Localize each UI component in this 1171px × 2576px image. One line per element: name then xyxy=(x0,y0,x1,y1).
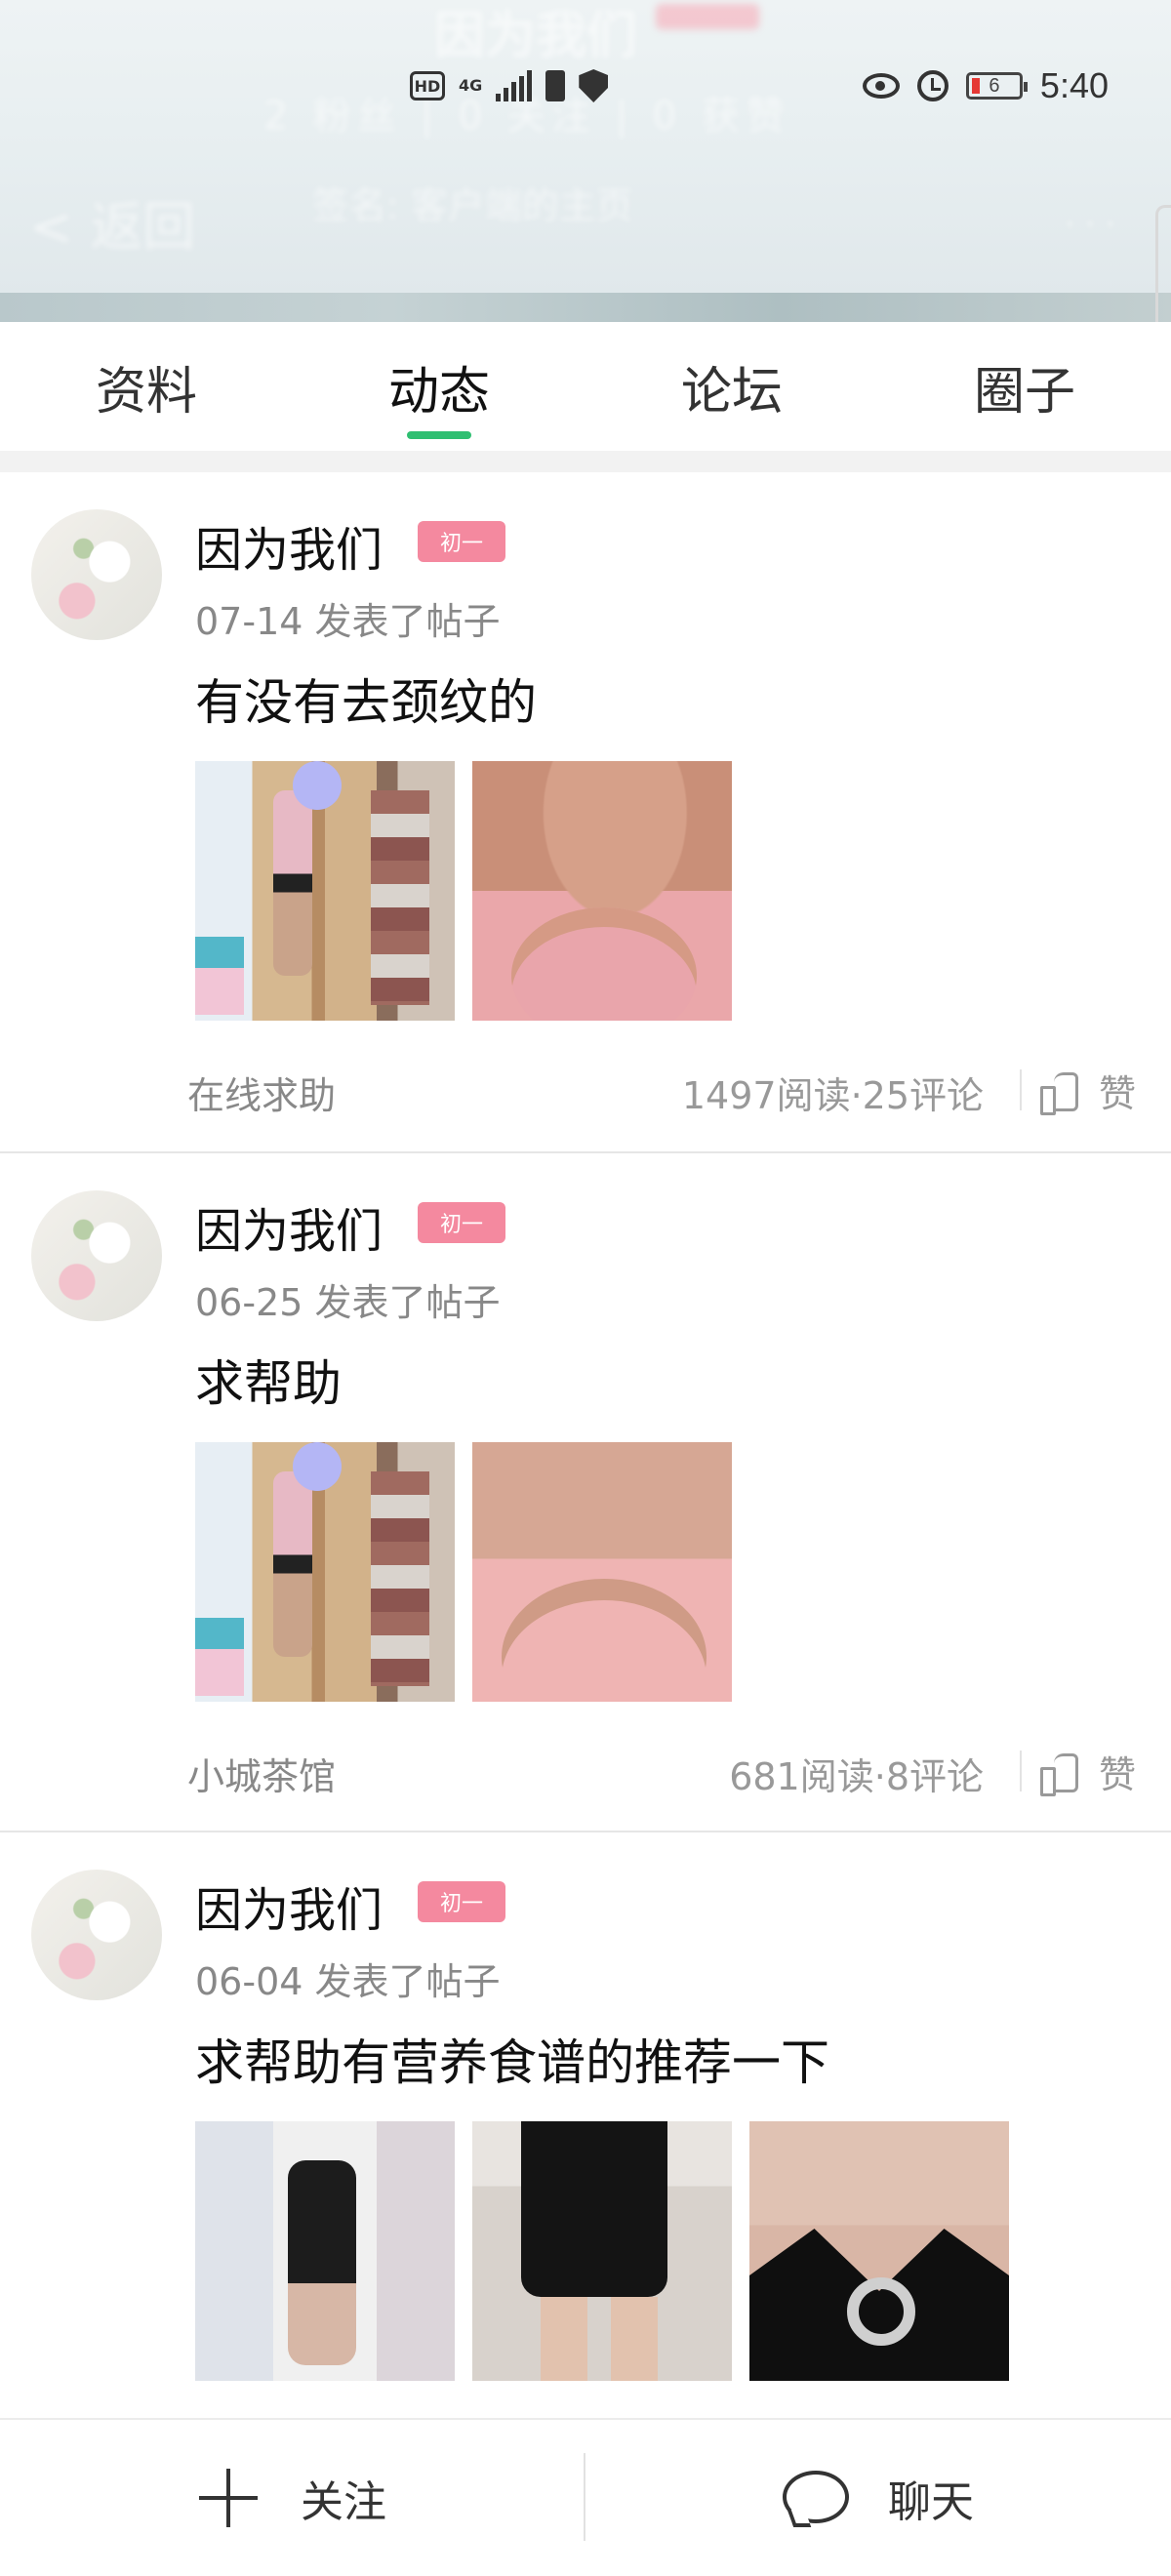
like-button[interactable]: 赞 xyxy=(1040,1745,1136,1798)
follow-button[interactable]: 关注 xyxy=(0,2420,586,2576)
tab-label: 动态 xyxy=(387,362,490,422)
post-images xyxy=(195,1442,732,1702)
like-label: 赞 xyxy=(1099,1072,1137,1115)
profile-intro-ghost: 签名: 客户端的主页 xyxy=(312,184,633,227)
more-button[interactable]: ... xyxy=(1064,191,1124,236)
header-band xyxy=(0,293,1171,322)
tab-forum[interactable]: 论坛 xyxy=(586,322,878,451)
post-images xyxy=(195,761,732,1021)
level-badge: 初一 xyxy=(418,521,505,562)
legs-photo[interactable] xyxy=(472,2121,732,2381)
level-badge: 初一 xyxy=(418,1881,505,1922)
post-footer: 小城茶馆 681阅读·8评论 赞 xyxy=(0,1737,1171,1815)
avatar[interactable] xyxy=(31,1190,162,1321)
post-action: 发表了帖子 xyxy=(314,600,501,643)
avatar[interactable] xyxy=(31,509,162,640)
thumbs-up-icon xyxy=(1040,1071,1078,1115)
back-button[interactable]: < 返回 xyxy=(29,183,195,261)
post-author[interactable]: 因为我们 xyxy=(195,1872,383,1940)
neck-photo[interactable] xyxy=(472,761,732,1021)
avatar[interactable] xyxy=(31,1870,162,2000)
level-badge: 初一 xyxy=(418,1202,505,1243)
post-title[interactable]: 求帮助 xyxy=(195,1345,342,1415)
post-footer: 在线求助 1497阅读·25评论 赞 xyxy=(0,1056,1171,1134)
tab-profile[interactable]: 资料 xyxy=(0,322,293,451)
profile-header-background: 因为我们 2 粉丝 | 0 关注 | 0 获赞 < 返回 签名: 客户端的主页 … xyxy=(0,0,1171,322)
post-author[interactable]: 因为我们 xyxy=(195,1192,383,1261)
bottom-action-bar: 关注 聊天 xyxy=(0,2418,1171,2576)
tab-active-indicator xyxy=(407,431,471,439)
post-stats: 681阅读·8评论 xyxy=(729,1755,984,1798)
battery-icon: 6 xyxy=(965,72,1028,100)
feed-post[interactable]: 因为我们 初一 07-14 发表了帖子 有没有去颈纹的 在线求助 1497阅读·… xyxy=(0,472,1171,1151)
profile-tabs: 资料 动态 论坛 圈子 xyxy=(0,322,1171,451)
tab-label: 论坛 xyxy=(680,362,783,422)
feed-post[interactable]: 因为我们 初一 06-25 发表了帖子 求帮助 小城茶馆 681阅读·8评论 赞 xyxy=(0,1153,1171,1832)
like-label: 赞 xyxy=(1099,1753,1137,1796)
mirror-photo[interactable] xyxy=(195,1442,455,1702)
post-title[interactable]: 求帮助有营养食谱的推荐一下 xyxy=(195,2024,829,2094)
section-separator xyxy=(0,451,1171,472)
signal-icon xyxy=(496,70,533,101)
like-button[interactable]: 赞 xyxy=(1040,1064,1136,1117)
feed-post[interactable]: 因为我们 初一 06-04 发表了帖子 求帮助有营养食谱的推荐一下 xyxy=(0,1832,1171,2418)
post-images xyxy=(195,2121,1009,2381)
network-type-icon: 4G xyxy=(459,76,483,95)
status-bar-right: 6 5:40 xyxy=(862,57,1109,115)
sim-icon xyxy=(545,70,566,101)
tab-circles[interactable]: 圈子 xyxy=(878,322,1171,451)
neckline-photo[interactable] xyxy=(749,2121,1009,2381)
follow-label: 关注 xyxy=(301,2477,386,2527)
post-title[interactable]: 有没有去颈纹的 xyxy=(195,664,537,734)
shield-icon xyxy=(579,69,609,102)
chat-button[interactable]: 聊天 xyxy=(586,2420,1171,2576)
chat-bubble-icon xyxy=(783,2471,849,2525)
bottom-bar-divider xyxy=(584,2453,586,2541)
plus-icon xyxy=(199,2469,258,2527)
footer-divider xyxy=(1020,1751,1022,1791)
clock-time: 5:40 xyxy=(1039,65,1109,105)
post-author[interactable]: 因为我们 xyxy=(195,511,383,580)
footer-divider xyxy=(1020,1069,1022,1110)
forum-name[interactable]: 小城茶馆 xyxy=(187,1747,336,1800)
post-date: 06-25 xyxy=(195,1281,303,1324)
post-meta: 06-25 发表了帖子 xyxy=(195,1272,501,1326)
forum-name[interactable]: 在线求助 xyxy=(187,1066,336,1119)
thumbs-up-icon xyxy=(1040,1752,1078,1796)
post-stats: 1497阅读·25评论 xyxy=(681,1074,984,1117)
mirror-photo[interactable] xyxy=(195,761,455,1021)
tab-label: 圈子 xyxy=(973,362,1075,422)
eye-icon xyxy=(862,73,900,99)
profile-badge-ghost xyxy=(656,4,759,29)
tab-label: 资料 xyxy=(95,362,197,422)
post-meta: 06-04 发表了帖子 xyxy=(195,1952,501,2005)
chat-label: 聊天 xyxy=(888,2477,974,2527)
hd-icon: HD xyxy=(410,71,445,101)
status-bar-left: HD 4G xyxy=(410,57,609,115)
neck-photo[interactable] xyxy=(472,1442,732,1702)
tab-activity[interactable]: 动态 xyxy=(293,322,586,451)
post-date: 06-04 xyxy=(195,1960,303,2003)
post-date: 07-14 xyxy=(195,600,303,643)
mirror-photo[interactable] xyxy=(195,2121,455,2381)
post-meta: 07-14 发表了帖子 xyxy=(195,591,501,645)
alarm-icon xyxy=(916,70,949,101)
post-action: 发表了帖子 xyxy=(314,1281,501,1324)
post-action: 发表了帖子 xyxy=(314,1960,501,2003)
